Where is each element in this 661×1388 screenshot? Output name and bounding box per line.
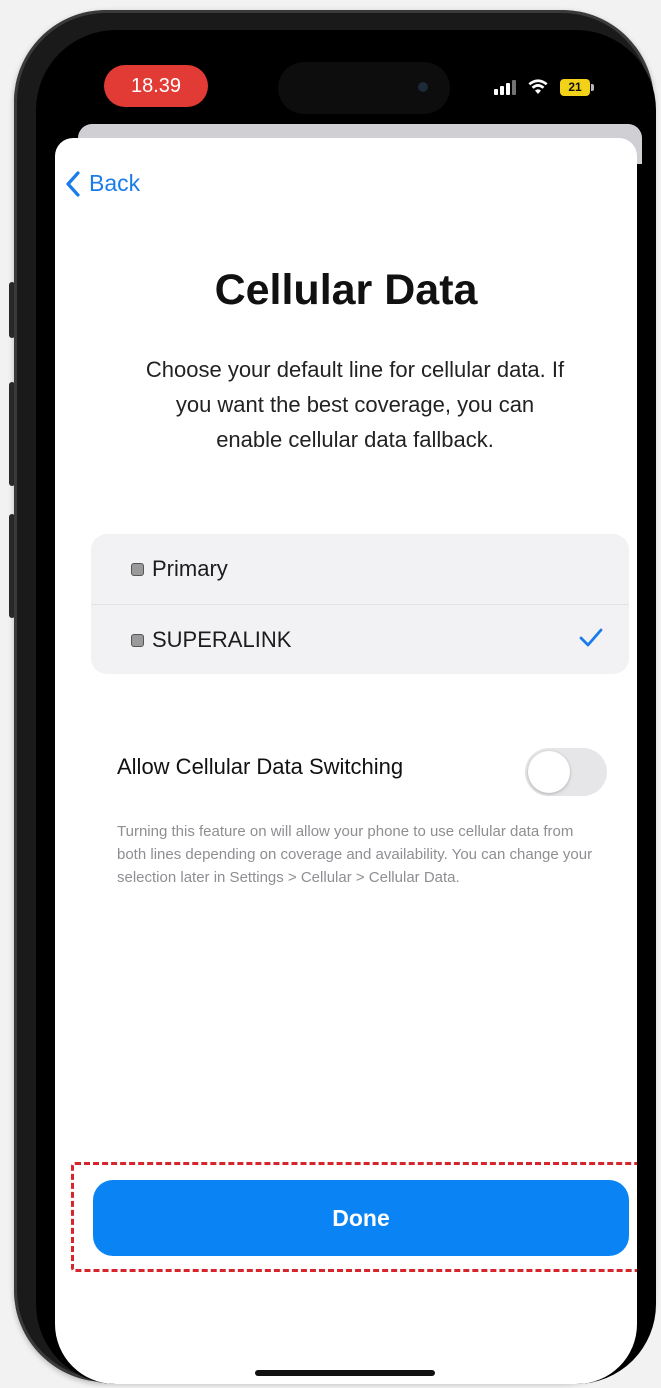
status-icons: 21: [494, 74, 594, 100]
toggle-knob: [528, 751, 570, 793]
camera-icon: [418, 82, 428, 92]
data-switching-label: Allow Cellular Data Switching: [117, 754, 404, 779]
dynamic-island: [278, 62, 450, 114]
home-indicator: [255, 1370, 435, 1376]
checkmark-icon: [579, 628, 603, 647]
line-label: SUPERALINK: [152, 627, 292, 652]
data-switching-footnote: Turning this feature on will allow your …: [117, 823, 593, 886]
wifi-icon: [528, 79, 548, 94]
cellular-data-sheet: Back Cellular Data Choose your default l…: [55, 138, 637, 1384]
signal-icon: [494, 79, 516, 95]
screenshot-stage: 18.39 21 Back Cellular Data Choose your …: [0, 0, 661, 1388]
back-button[interactable]: Back: [65, 170, 140, 197]
data-switching-toggle[interactable]: [525, 748, 607, 796]
chevron-left-icon: [66, 170, 80, 197]
phone-screen: 18.39 21 Back Cellular Data Choose your …: [36, 30, 656, 1384]
page-title: Cellular Data: [214, 266, 478, 314]
sim-icon: [131, 562, 144, 576]
page-description: Choose your default line for cellular da…: [145, 357, 565, 452]
line-option-superalink[interactable]: SUPERALINK: [91, 604, 629, 675]
line-option-primary[interactable]: Primary: [91, 534, 629, 604]
done-button[interactable]: Done: [93, 1180, 629, 1256]
line-list: Primary SUPERALINK: [91, 534, 629, 674]
phone-frame: 18.39 21 Back Cellular Data Choose your …: [14, 10, 656, 1384]
sim-icon: [131, 633, 144, 647]
data-switching-row: Allow Cellular Data Switching: [55, 740, 637, 796]
status-time: 18.39: [104, 65, 208, 107]
back-label: Back: [89, 170, 141, 196]
line-label: Primary: [152, 556, 228, 581]
battery-icon: 21: [560, 78, 594, 96]
